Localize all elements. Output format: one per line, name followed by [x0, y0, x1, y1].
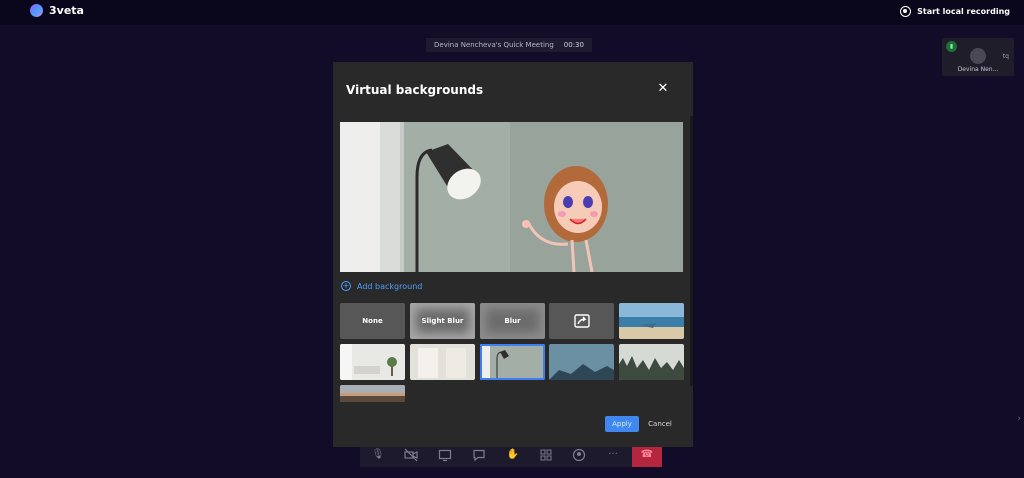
grid-view-icon[interactable]	[539, 448, 553, 462]
chat-icon[interactable]	[472, 448, 486, 462]
meeting-header: Devina Nencheva's Quick Meeting 00:30	[426, 38, 592, 52]
background-option-none[interactable]: None	[340, 303, 405, 339]
option-blur-label: Blur	[504, 317, 521, 325]
app-logo: 3veta	[30, 4, 84, 17]
background-option-white-room[interactable]	[410, 344, 475, 380]
dialog-title: Virtual backgrounds	[346, 83, 484, 97]
camera-off-icon[interactable]	[404, 448, 418, 462]
participants-icon[interactable]	[572, 448, 586, 462]
start-recording-button[interactable]: Start local recording	[900, 6, 1010, 17]
avatar	[970, 48, 986, 64]
background-option-lamp[interactable]	[480, 344, 545, 380]
record-label: Start local recording	[917, 7, 1010, 16]
hang-up-icon: ☎	[640, 449, 654, 460]
add-background-button[interactable]: + Add background	[341, 281, 422, 291]
option-none-label: None	[362, 317, 383, 325]
screen-share-icon[interactable]	[438, 448, 452, 462]
chevron-right-icon[interactable]: ›	[1017, 414, 1021, 424]
participant-name: Devina Nen...	[957, 66, 999, 73]
meeting-timer: 00:30	[563, 41, 584, 49]
participant-extra: tq	[1002, 53, 1009, 60]
raise-hand-icon[interactable]: ✋	[506, 448, 520, 462]
close-icon[interactable]: ✕	[655, 81, 671, 97]
top-bar: 3veta Start local recording	[0, 0, 1024, 25]
background-option-blur[interactable]: Blur	[480, 303, 545, 339]
background-option-slight-blur[interactable]: Slight Blur	[410, 303, 475, 339]
record-icon	[900, 6, 912, 17]
app-name: 3veta	[49, 4, 84, 17]
participant-tile[interactable]: ▮ tq Devina Nen...	[942, 38, 1014, 76]
background-preview	[340, 122, 683, 272]
dialog-scrollbar[interactable]	[690, 116, 693, 386]
background-option-mountains[interactable]	[549, 344, 614, 380]
logo-mark-icon	[30, 4, 43, 17]
meeting-title: Devina Nencheva's Quick Meeting	[434, 41, 554, 49]
background-option-living-room[interactable]	[340, 344, 405, 380]
virtual-backgrounds-dialog: Virtual backgrounds ✕ + Add background N…	[333, 62, 693, 447]
option-slight-blur-label: Slight Blur	[421, 317, 464, 325]
add-background-label: Add background	[357, 281, 423, 291]
cancel-button[interactable]: Cancel	[645, 416, 675, 432]
background-option-sunset[interactable]	[340, 385, 405, 402]
more-options-icon[interactable]: ···	[606, 448, 620, 462]
background-option-beach[interactable]	[619, 303, 684, 339]
background-option-forest[interactable]	[619, 344, 684, 380]
background-option-desktop-share[interactable]	[549, 303, 614, 339]
signal-icon: ▮	[946, 41, 957, 52]
microphone-icon[interactable]: 🎙	[371, 448, 385, 462]
plus-circle-icon: +	[341, 281, 351, 291]
apply-button[interactable]: Apply	[605, 416, 639, 432]
share-screen-icon	[549, 303, 614, 339]
